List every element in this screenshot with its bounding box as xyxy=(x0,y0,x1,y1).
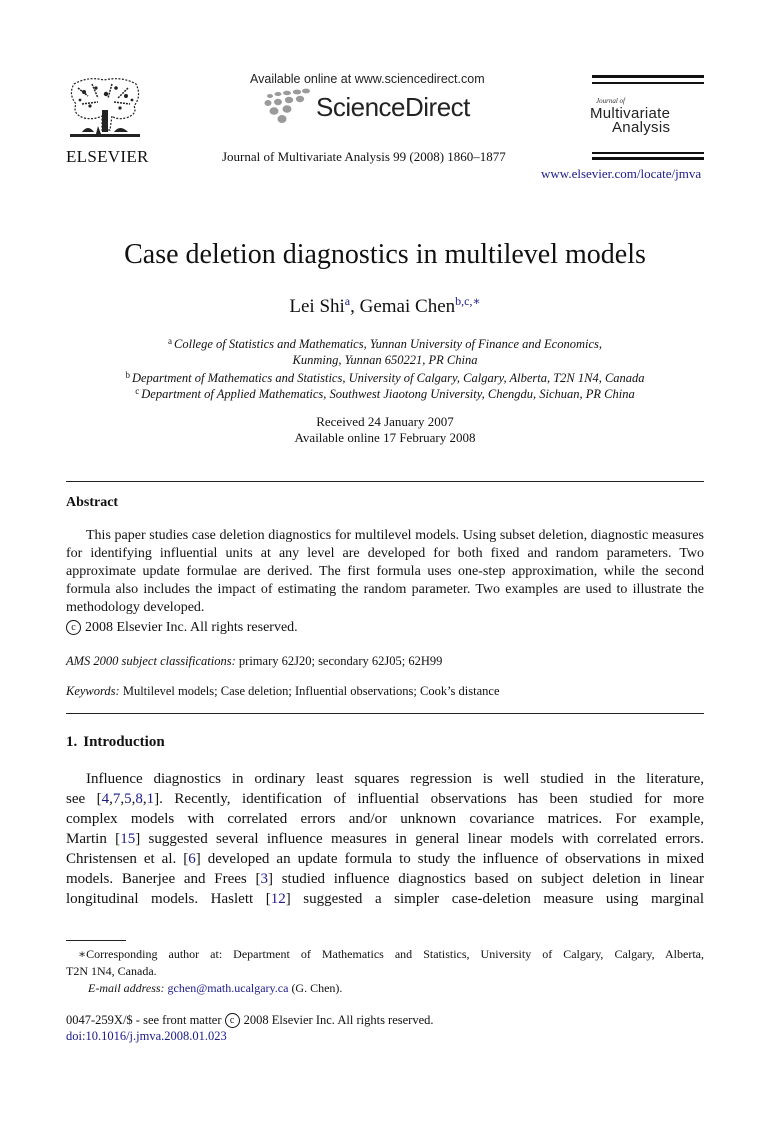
issn-line: 0047-259X/$ - see front matter c 2008 Els… xyxy=(66,1012,434,1028)
introduction-text-segment: ] suggested a simpler case-deletion meas… xyxy=(285,891,705,907)
available-online-date: Available online 17 February 2008 xyxy=(294,430,476,445)
email-link[interactable]: gchen@math.ucalgary.ca xyxy=(168,981,289,995)
footnote: ∗Corresponding author at: Department of … xyxy=(66,946,704,997)
sciencedirect-logo[interactable]: ScienceDirect xyxy=(262,88,482,124)
introduction-text-segment: models. Banerjee and Frees [ xyxy=(66,871,261,887)
journal-citation: Journal of Multivariate Analysis 99 (200… xyxy=(222,149,506,164)
footnote-email: E-mail address: gchen@math.ucalgary.ca (… xyxy=(66,980,704,997)
footnote-text: Corresponding author at: Department of M… xyxy=(86,947,704,961)
sciencedirect-wordmark: ScienceDirect xyxy=(316,92,470,122)
introduction-line: Influence diagnostics in ordinary least … xyxy=(66,769,704,789)
affiliation-text: College of Statistics and Mathematics, Y… xyxy=(174,337,602,351)
ams-label: AMS 2000 subject classifications: xyxy=(66,654,236,668)
journal-logo-rule-top-thin xyxy=(592,82,704,84)
elsevier-logo: ELSEVIER xyxy=(66,74,148,166)
copyright-icon: c xyxy=(224,1013,240,1028)
abstract-heading: Abstract xyxy=(66,495,119,510)
affiliation-marker: b xyxy=(125,370,130,380)
introduction-text-segment: ] suggested several influence measures i… xyxy=(135,831,704,847)
introduction-line: complex models with correlated errors an… xyxy=(66,809,704,829)
ams-classification: AMS 2000 subject classifications: primar… xyxy=(66,654,442,669)
reference-link[interactable]: 3 xyxy=(260,871,268,887)
copyright-text: 2008 Elsevier Inc. All rights reserved. xyxy=(85,620,298,635)
introduction-text: Influence diagnostics in ordinary least … xyxy=(66,769,704,909)
journal-logo-rule-top xyxy=(592,75,704,78)
affiliation-a-cont: Kunming, Yunnan 650221, PR China xyxy=(0,353,770,368)
journal-logo: Journal of Multivariate Analysis xyxy=(590,75,705,160)
introduction-text-segment: longitudinal models. Haslett [ xyxy=(66,891,271,907)
reference-link[interactable]: 12 xyxy=(271,891,286,907)
divider xyxy=(66,481,704,482)
copyright-text: 2008 Elsevier Inc. All rights reserved. xyxy=(243,1013,434,1027)
affiliation-b: b Department of Mathematics and Statistic… xyxy=(0,370,770,386)
author-affiliation-link[interactable]: b,c,∗ xyxy=(455,294,480,308)
keywords: Keywords: Multilevel models; Case deleti… xyxy=(66,684,500,699)
journal-url-link[interactable]: www.elsevier.com/locate/jmva xyxy=(541,166,701,182)
introduction-text-segment: ] studied influence diagnostics based on… xyxy=(267,871,704,887)
journal-logo-rule-bottom-thin xyxy=(592,152,704,154)
doi-link[interactable]: doi:10.1016/j.jmva.2008.01.023 xyxy=(66,1028,434,1044)
footnote-marker: ∗ xyxy=(78,947,87,961)
abstract-copyright: c 2008 Elsevier Inc. All rights reserved. xyxy=(66,620,298,636)
email-suffix: (G. Chen). xyxy=(288,981,343,995)
author-separator: , xyxy=(350,296,360,317)
received-date: Received 24 January 2007 xyxy=(316,414,454,429)
affiliation-text: Department of Mathematics and Statistics… xyxy=(131,371,645,385)
front-matter: 0047-259X/$ - see front matter c 2008 Els… xyxy=(66,1012,434,1044)
section-number: 1. xyxy=(66,734,78,750)
sciencedirect-dots-icon xyxy=(264,88,310,123)
elsevier-tree-icon xyxy=(70,78,140,137)
reference-link[interactable]: 8 xyxy=(135,791,143,807)
reference-link[interactable]: 5 xyxy=(124,791,132,807)
introduction-line: longitudinal models. Haslett [12] sugges… xyxy=(66,889,704,909)
introduction-line: see [4,7,5,8,1]. Recently, identificatio… xyxy=(66,789,704,809)
abstract-paragraph: This paper studies case deletion diagnos… xyxy=(66,528,704,615)
affiliation-text: Department of Applied Mathematics, South… xyxy=(141,387,635,401)
abstract-text: This paper studies case deletion diagnos… xyxy=(66,527,704,617)
reference-link[interactable]: 6 xyxy=(188,851,196,867)
affiliation-marker: a xyxy=(168,336,173,346)
issn-text: 0047-259X/$ - see front matter xyxy=(66,1013,222,1027)
author-name: Gemai Chen xyxy=(359,296,456,317)
introduction-line: models. Banerjee and Frees [3] studied i… xyxy=(66,869,704,889)
journal-logo-line2: Analysis xyxy=(612,119,671,136)
email-label: E-mail address: xyxy=(88,981,165,995)
introduction-text-segment: complex models with correlated errors an… xyxy=(66,811,704,827)
section-title: Introduction xyxy=(83,734,165,750)
introduction-line: Martin [15] suggested several influence … xyxy=(66,829,704,849)
introduction-text-segment: ]. Recently, identification of influenti… xyxy=(154,791,704,807)
affiliation-marker: c xyxy=(135,386,140,396)
introduction-text-segment: ] developed an update formula to study t… xyxy=(195,851,704,867)
footnote-rule xyxy=(66,940,126,941)
affiliation-a: a College of Statistics and Mathematics, … xyxy=(0,336,770,352)
keywords-label: Keywords: xyxy=(66,684,120,698)
introduction-text-segment: see [ xyxy=(66,791,102,807)
author-list: Lei Shia, Gemai Chenb,c,∗ xyxy=(0,294,770,318)
divider xyxy=(66,713,704,714)
paper-title: Case deletion diagnostics in multilevel … xyxy=(124,239,646,270)
footnote-line: ∗Corresponding author at: Department of … xyxy=(66,946,704,963)
sciencedirect-availability[interactable]: Available online at www.sciencedirect.co… xyxy=(250,72,485,86)
journal-logo-rule-bottom xyxy=(592,157,704,160)
copyright-icon: c xyxy=(66,620,81,635)
introduction-text-segment: Martin [ xyxy=(66,831,121,847)
keywords-value: Multilevel models; Case deletion; Influe… xyxy=(119,684,500,698)
footnote-text-cont: T2N 1N4, Canada. xyxy=(66,964,157,978)
section-heading-introduction: 1. Introduction xyxy=(66,734,165,751)
affiliation-text: Kunming, Yunnan 650221, PR China xyxy=(292,353,478,367)
introduction-text-segment: Christensen et al. [ xyxy=(66,851,189,867)
ams-value: primary 62J20; secondary 62J05; 62H99 xyxy=(235,654,443,668)
author-name: Lei Shi xyxy=(289,296,345,317)
affiliation-c: c Department of Applied Mathematics, Sout… xyxy=(0,386,770,402)
elsevier-wordmark: ELSEVIER xyxy=(66,147,149,166)
introduction-text-segment: Influence diagnostics in ordinary least … xyxy=(86,771,704,787)
journal-logo-small-text: Journal of xyxy=(596,97,625,105)
introduction-line: Christensen et al. [6] developed an upda… xyxy=(66,849,704,869)
reference-link[interactable]: 15 xyxy=(120,831,135,847)
